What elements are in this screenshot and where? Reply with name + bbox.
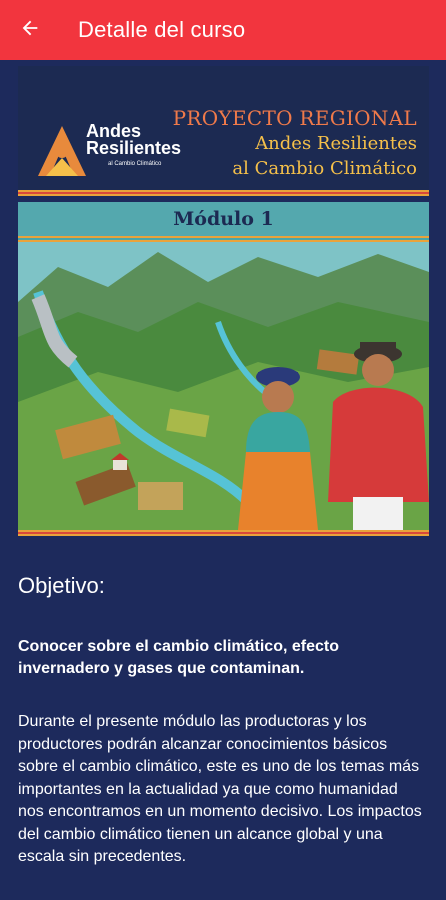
- course-banner: Andes Resilientes al Cambio Climático PR…: [18, 66, 429, 540]
- decorative-stripe-top: [18, 190, 429, 196]
- app-bar: Detalle del curso: [0, 0, 446, 60]
- course-objective: Objetivo: Conocer sobre el cambio climát…: [18, 572, 428, 869]
- objective-body: Durante el presente módulo las productor…: [18, 713, 422, 865]
- arrow-left-icon: [19, 17, 41, 44]
- project-name-line2: al Cambio Climático: [232, 158, 417, 179]
- module-bar: Módulo 1: [18, 202, 429, 236]
- logo-sub: al Cambio Climático: [108, 161, 162, 167]
- module-title: Módulo 1: [173, 208, 274, 230]
- banner-header: Andes Resilientes al Cambio Climático PR…: [18, 66, 429, 194]
- objective-heading: Objetivo:: [18, 573, 105, 598]
- project-label: PROYECTO REGIONAL: [172, 106, 417, 130]
- page-title: Detalle del curso: [78, 17, 246, 42]
- objective-lead: Conocer sobre el cambio climático, efect…: [18, 638, 339, 677]
- back-button[interactable]: [0, 0, 60, 60]
- andean-landscape-illustration: [18, 242, 429, 530]
- decorative-stripe-bottom: [18, 530, 429, 536]
- logo-line2: Resilientes: [86, 138, 182, 158]
- project-name-line1: Andes Resilientes: [255, 133, 417, 154]
